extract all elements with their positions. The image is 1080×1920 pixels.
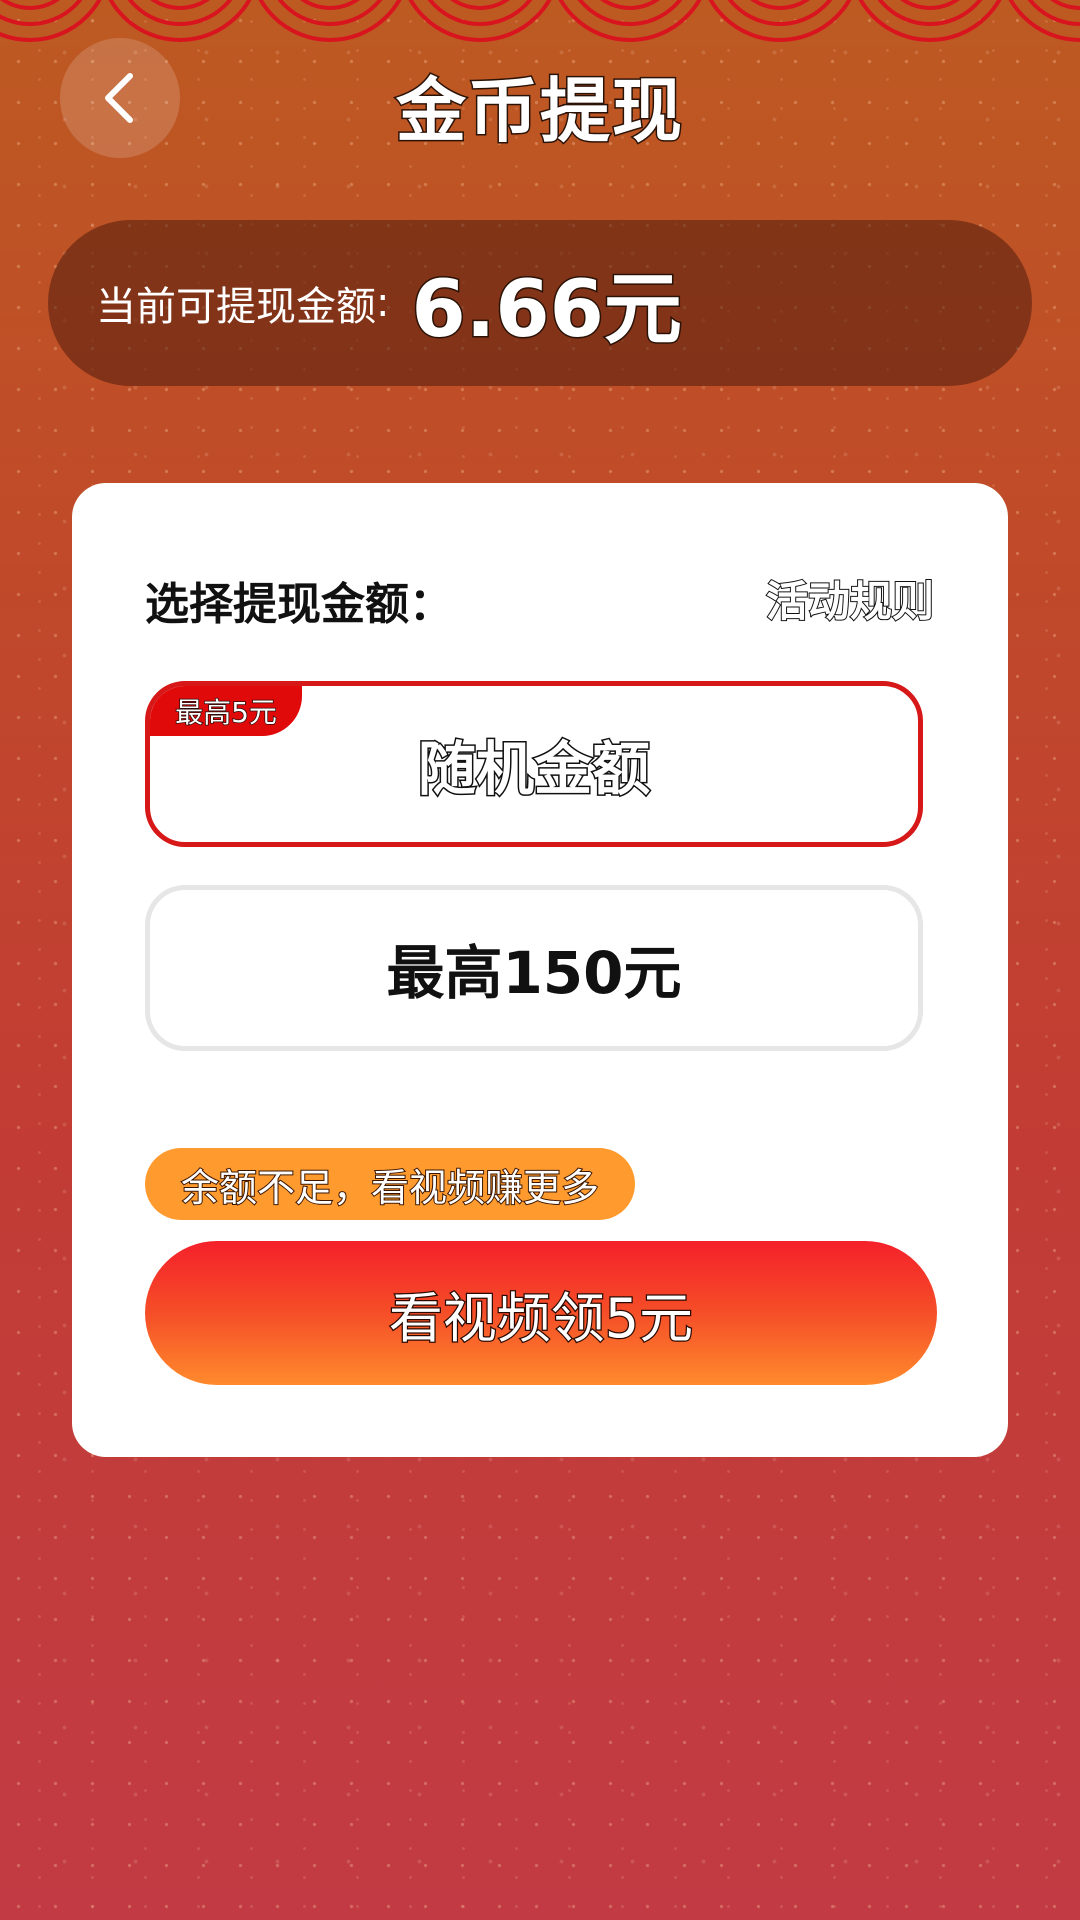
insufficient-balance-hint: 余额不足，看视频赚更多 (145, 1148, 636, 1220)
activity-rules-link[interactable]: 活动规则 (765, 568, 935, 629)
decorative-arcs (0, 0, 1080, 42)
withdraw-page: 金币提现 当前可提现金额 : 6.66元 选择提现金额： 活动规则 最高5元 随… (0, 0, 1080, 1920)
card-title: 选择提现金额： (145, 579, 453, 630)
max-badge: 最高5元 (150, 686, 302, 736)
balance-bar: 当前可提现金额 : 6.66元 (48, 220, 1032, 386)
amount-option-random[interactable]: 最高5元 随机金额 (145, 681, 923, 847)
balance-label: 当前可提现金额 (96, 284, 376, 330)
watch-video-button[interactable]: 看视频领5元 (145, 1241, 937, 1385)
withdraw-card: 选择提现金额： 活动规则 最高5元 随机金额 最高150元 余额不足，看视频赚更… (72, 483, 1008, 1457)
balance-colon: : (376, 280, 390, 326)
page-title: 金币提现 (395, 69, 684, 154)
amount-option-150[interactable]: 最高150元 (145, 885, 923, 1051)
balance-value: 6.66元 (410, 264, 683, 357)
option-label: 随机金额 (416, 734, 651, 805)
option-label: 最高150元 (386, 939, 682, 1007)
